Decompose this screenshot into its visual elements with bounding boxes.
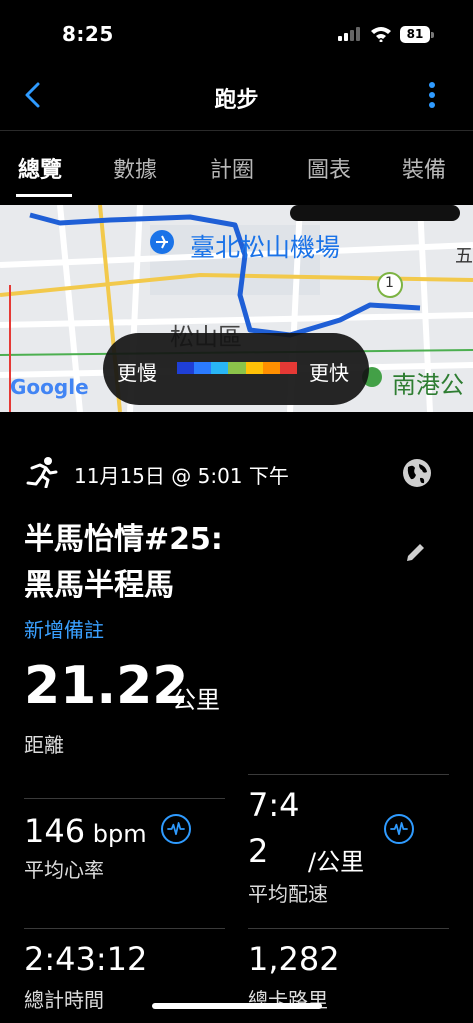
heart-rate-unit: bpm bbox=[92, 820, 147, 848]
add-note-link[interactable]: 新增備註 bbox=[24, 614, 104, 643]
google-logo: Google bbox=[10, 375, 89, 399]
signal-icon bbox=[338, 27, 360, 41]
pace-value-line2: 2 bbox=[248, 832, 269, 870]
activity-title-line1: 半馬怡情#25: bbox=[24, 522, 223, 557]
distance-label: 距離 bbox=[24, 733, 64, 757]
tab-indicator bbox=[16, 194, 72, 197]
stats-divider-right-2 bbox=[248, 928, 449, 929]
map-label-nangang: 南港公 bbox=[392, 371, 464, 399]
running-icon bbox=[26, 457, 58, 488]
pace-color-scale bbox=[177, 362, 297, 374]
heart-rate-value: 146 bpm bbox=[24, 812, 147, 850]
home-indicator[interactable] bbox=[152, 1003, 322, 1009]
tab-data[interactable]: 數據 bbox=[113, 152, 157, 184]
stats-divider-top bbox=[248, 774, 449, 775]
tab-gear[interactable]: 裝備 bbox=[402, 152, 446, 184]
pace-label: 平均配速 bbox=[248, 882, 328, 906]
tab-laps[interactable]: 計圈 bbox=[210, 152, 254, 184]
legend-faster-label: 更快 bbox=[309, 361, 349, 385]
pace-unit: /公里 bbox=[308, 848, 365, 876]
more-options-icon[interactable] bbox=[424, 82, 440, 112]
edit-pencil-icon[interactable] bbox=[404, 540, 428, 564]
distance-value: 21.22 bbox=[24, 656, 189, 716]
activity-datetime: 11月15日 @ 5:01 下午 bbox=[74, 464, 289, 488]
total-time-label: 總計時間 bbox=[24, 988, 104, 1012]
pace-chart-icon[interactable] bbox=[384, 814, 414, 844]
heart-rate-label: 平均心率 bbox=[24, 858, 104, 882]
battery-indicator: 81 bbox=[400, 26, 430, 43]
legend-slower-label: 更慢 bbox=[117, 361, 157, 385]
pace-value-line1: 7:4 bbox=[248, 786, 300, 824]
stats-divider-left bbox=[24, 798, 225, 799]
battery-tip bbox=[431, 32, 434, 38]
distance-unit: 公里 bbox=[172, 686, 220, 714]
stats-divider-left-2 bbox=[24, 928, 225, 929]
tab-charts[interactable]: 圖表 bbox=[307, 152, 351, 184]
tab-overview[interactable]: 總覽 bbox=[18, 152, 62, 184]
heart-rate-chart-icon[interactable] bbox=[161, 814, 191, 844]
total-time-value: 2:43:12 bbox=[24, 940, 148, 978]
nav-divider bbox=[0, 130, 473, 131]
map-label-airport: 臺北松山機場 bbox=[190, 233, 341, 262]
map-label-five: 五 bbox=[455, 246, 473, 267]
map-route-badge: 1 bbox=[385, 275, 394, 291]
wifi-icon bbox=[371, 27, 391, 42]
calories-value: 1,282 bbox=[248, 940, 340, 978]
status-time: 8:25 bbox=[62, 22, 114, 46]
page-title: 跑步 bbox=[214, 88, 259, 113]
globe-icon[interactable] bbox=[402, 458, 432, 488]
activity-title-line2: 黑馬半程馬 bbox=[24, 568, 174, 603]
